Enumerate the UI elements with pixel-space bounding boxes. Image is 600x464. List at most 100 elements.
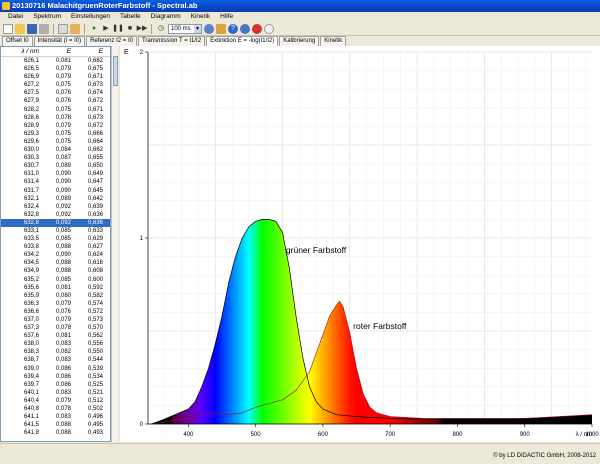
menu-spektrum[interactable]: Spektrum [28,12,66,22]
save-icon[interactable] [27,23,37,34]
table-row[interactable]: 634,9 0,088 0,608 [1,267,110,275]
calibrate-icon[interactable] [216,23,226,34]
cell-extinction: 0,081 [55,284,71,291]
help-icon[interactable]: ? [228,23,238,34]
table-row[interactable]: 630,3 0,087 0,655 [1,154,110,162]
table-row[interactable]: 641,1 0,083 0,496 [1,413,110,421]
tab-intensitaet[interactable]: Intensität (I = I0) [33,36,86,46]
menu-kinetik[interactable]: Kinetik [186,12,216,22]
settings-icon[interactable] [204,23,214,34]
table-row[interactable]: 640,4 0,079 0,512 [1,397,110,405]
table-row[interactable]: 628,2 0,075 0,671 [1,106,110,114]
copy-icon[interactable] [58,23,68,34]
print-icon[interactable] [39,23,49,34]
cell-wavelength: 635,2 [23,276,39,283]
play-icon[interactable]: ▶ [101,24,111,34]
table-header-wavelength[interactable]: λ / nm [14,47,42,56]
table-row[interactable]: 631,0 0,090 0,649 [1,170,110,178]
new-icon[interactable] [3,23,13,34]
paste-icon[interactable] [70,23,80,34]
table-row[interactable]: 628,6 0,078 0,673 [1,114,110,122]
menu-tabelle[interactable]: Tabelle [115,12,146,22]
cell-extinction: 0,592 [87,284,103,291]
table-row[interactable]: 626,1 0,081 0,682 [1,57,110,65]
cell-extinction: 0,512 [87,397,103,404]
table-row[interactable]: 627,5 0,076 0,674 [1,89,110,97]
table-row[interactable]: 630,7 0,089 0,650 [1,162,110,170]
table-row[interactable]: 628,9 0,079 0,672 [1,122,110,130]
table-row[interactable]: 641,5 0,088 0,495 [1,421,110,429]
tab-kinetik[interactable]: Kinetik [320,36,347,46]
x-tick-label: 700 [385,432,396,438]
tab-transmission[interactable]: Transmission T = I1/I2 [137,36,206,46]
stop-icon[interactable]: ■ [125,24,135,34]
table-row[interactable]: 641,8 0,088 0,493 [1,429,110,437]
table-row[interactable]: 627,9 0,076 0,672 [1,97,110,105]
record-icon[interactable]: ● [89,24,99,34]
integration-time-select[interactable]: 100 ms ▼ [168,23,202,34]
table-row[interactable]: 638,7 0,083 0,544 [1,356,110,364]
table-row[interactable]: 632,8 0,092 0,636 [1,211,110,219]
table-row[interactable]: 626,5 0,079 0,675 [1,65,110,73]
table-row[interactable]: 633,5 0,085 0,629 [1,235,110,243]
table-row[interactable]: 639,7 0,086 0,525 [1,381,110,389]
tab-offset[interactable]: Offset I0 [2,36,33,46]
table-row[interactable]: 629,6 0,075 0,664 [1,138,110,146]
table-row[interactable]: 638,3 0,082 0,550 [1,348,110,356]
tab-kalibrierung[interactable]: Kalibrierung [279,36,320,46]
run-icon[interactable] [264,23,274,34]
table-row[interactable]: 634,2 0,090 0,624 [1,251,110,259]
pause-icon[interactable]: ❚❚ [112,24,124,34]
table-row[interactable]: 635,6 0,081 0,592 [1,284,110,292]
table-row[interactable]: 636,3 0,079 0,574 [1,300,110,308]
table-row[interactable]: 632,1 0,089 0,642 [1,195,110,203]
cell-extinction: 0,649 [87,171,103,178]
table-row[interactable]: 631,4 0,090 0,647 [1,178,110,186]
table-row[interactable]: 632,4 0,092 0,639 [1,203,110,211]
table-row[interactable]: 634,5 0,088 0,616 [1,259,110,267]
skip-icon[interactable]: ▶▶ [137,24,148,34]
stop-red-icon[interactable] [252,23,262,34]
spectrum-chart[interactable]: 400 500 600 700 800 900 1000 0 1 2 Eλ / nm grüner F… [120,46,600,442]
table-row[interactable]: 632,8 0,092 0,636 [1,218,110,227]
table-row[interactable]: 637,3 0,078 0,570 [1,324,110,332]
table-row[interactable]: 626,9 0,079 0,671 [1,73,110,81]
table-header-e1[interactable]: E [42,47,74,56]
table-scrollbar[interactable] [111,46,118,442]
copyright-text: © by LD DIDACTIC GmbH, 2008-2012 [493,453,596,459]
row-gutter [1,138,14,146]
table-row[interactable]: 639,0 0,086 0,539 [1,365,110,373]
cell-extinction: 0,574 [87,300,103,307]
table-row[interactable]: 629,3 0,075 0,666 [1,130,110,138]
table-row[interactable]: 637,0 0,079 0,573 [1,316,110,324]
table-row[interactable]: 633,8 0,088 0,627 [1,243,110,251]
tab-extinktion[interactable]: Extinktion E = -log(I1/I2) [206,36,279,46]
table-row[interactable]: 627,2 0,075 0,673 [1,81,110,89]
open-icon[interactable] [15,23,25,34]
table-row[interactable]: 638,0 0,083 0,556 [1,340,110,348]
cell-wavelength: 628,9 [23,122,39,129]
table-row[interactable]: 630,0 0,084 0,662 [1,146,110,154]
row-gutter [1,203,14,211]
table-row[interactable]: 631,7 0,090 0,645 [1,187,110,195]
row-gutter [1,178,14,186]
table-row[interactable]: 640,8 0,078 0,502 [1,405,110,413]
info-icon[interactable] [240,23,250,34]
table-row[interactable]: 633,1 0,085 0,633 [1,227,110,235]
tab-referenz[interactable]: Referenz I2 = I0 [86,36,137,46]
menu-einstellungen[interactable]: Einstellungen [66,12,115,22]
scrollbar-thumb[interactable] [113,56,118,86]
table-row[interactable]: 639,4 0,086 0,534 [1,373,110,381]
table-row[interactable]: 635,9 0,080 0,582 [1,292,110,300]
cell-extinction: 0,084 [55,147,71,154]
table-row[interactable]: 636,6 0,076 0,572 [1,308,110,316]
table-row[interactable]: 635,2 0,085 0,600 [1,276,110,284]
table-header-e2[interactable]: E [74,47,106,56]
menu-datei[interactable]: Datei [3,12,28,22]
data-table[interactable]: λ / nm E E 626,1 0,081 0,682 626,5 0,079 0,67… [0,46,111,442]
table-row[interactable]: 637,6 0,081 0,562 [1,332,110,340]
menu-hilfe[interactable]: Hilfe [215,12,238,22]
table-row[interactable]: 640,1 0,083 0,521 [1,389,110,397]
menu-diagramm[interactable]: Diagramm [146,12,186,22]
cell-wavelength: 632,8 [23,219,39,226]
